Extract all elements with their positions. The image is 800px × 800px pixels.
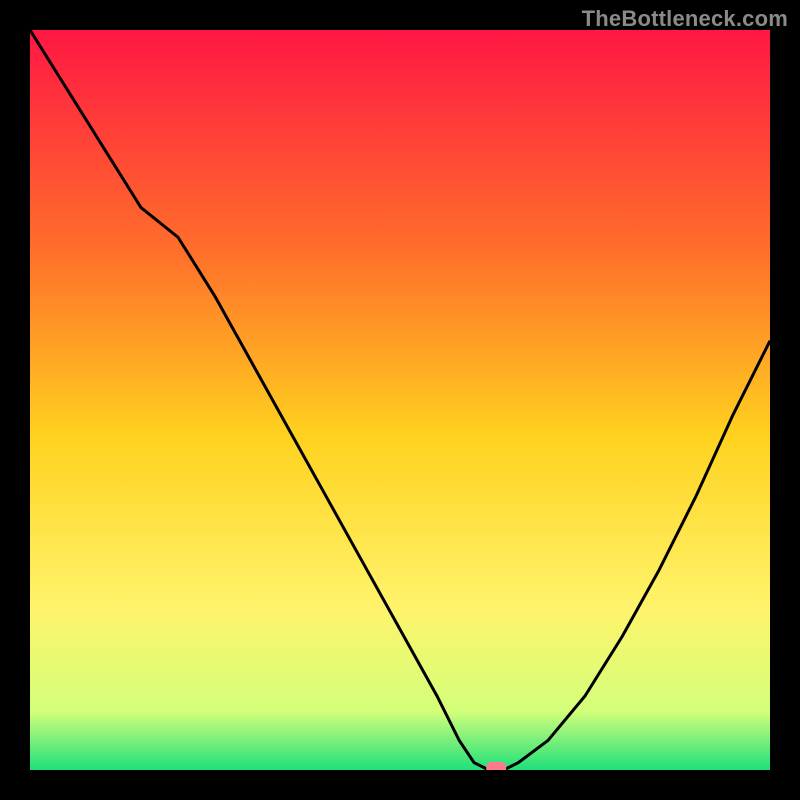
chart-frame: TheBottleneck.com bbox=[0, 0, 800, 800]
plot-area bbox=[30, 30, 770, 770]
watermark-text: TheBottleneck.com bbox=[582, 6, 788, 32]
gradient-background bbox=[30, 30, 770, 770]
minimum-marker bbox=[486, 762, 506, 770]
chart-svg bbox=[30, 30, 770, 770]
